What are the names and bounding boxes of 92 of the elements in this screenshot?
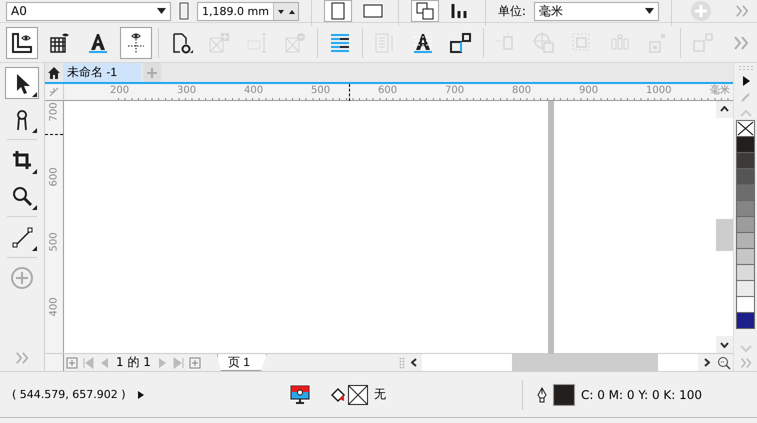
scroll-right-button[interactable] (698, 354, 715, 372)
last-page-icon[interactable] (172, 356, 185, 369)
text-frame-icon (245, 30, 269, 55)
more-chevron-icon[interactable] (733, 4, 751, 18)
chevron-left-icon (410, 358, 416, 368)
ruler-label: 700 (445, 84, 464, 96)
resize-grip[interactable] (399, 356, 405, 369)
fill-label: 无 (374, 386, 386, 404)
color-swatch[interactable] (736, 184, 755, 202)
scroll-thumb[interactable] (512, 354, 658, 372)
add-circle-icon (11, 267, 33, 290)
more-chevron-icon[interactable] (738, 357, 752, 370)
color-swatch[interactable] (736, 296, 755, 314)
color-swatch[interactable] (736, 136, 755, 154)
paint-bucket-icon[interactable] (330, 386, 346, 403)
image-minus-icon (283, 30, 307, 55)
scroll-up-button[interactable] (716, 100, 733, 118)
color-swatch[interactable] (736, 264, 755, 282)
crop-icon (11, 149, 33, 172)
ruler-label: 900 (579, 84, 598, 96)
scroll-down-button[interactable] (716, 336, 733, 354)
chevron-right-icon (704, 358, 710, 368)
pointer-tool-button[interactable] (5, 67, 39, 100)
corner-squares-icon (691, 30, 715, 55)
page-tab[interactable]: 页 1 (216, 354, 267, 372)
ruler-label: 500 (311, 84, 330, 96)
scroll-thumb[interactable] (716, 218, 733, 251)
color-swatch[interactable] (736, 216, 755, 234)
home-icon[interactable] (47, 66, 61, 80)
outline-color-values: C: 0 M: 0 Y: 0 K: 100 (581, 388, 702, 402)
target-squares-icon (532, 30, 556, 55)
ruler-label: 500 (48, 233, 60, 252)
color-swatch[interactable] (736, 152, 755, 170)
ruler-unit-label: 毫米 (710, 84, 730, 96)
ruler-eye-button[interactable] (6, 26, 38, 59)
dotted-cross-eye-button[interactable] (120, 26, 152, 59)
caret-icon (157, 8, 166, 14)
monitor-icon[interactable] (290, 384, 310, 405)
color-swatch[interactable] (736, 248, 755, 266)
play-triangle-icon[interactable] (138, 390, 144, 399)
ruler-label: 300 (177, 84, 196, 96)
color-swatch[interactable] (736, 168, 755, 186)
zoom-icon[interactable] (717, 356, 731, 370)
color-swatch[interactable] (736, 280, 755, 298)
document-tab[interactable]: 未命名 -1 (63, 63, 142, 82)
vertical-scrollbar[interactable] (716, 100, 733, 354)
color-swatch[interactable] (736, 232, 755, 250)
chevron-down-icon (720, 342, 729, 348)
overlapping-squares-icon (416, 2, 434, 20)
page-counter: 1 的 1 (116, 354, 151, 372)
landscape-page-icon (362, 4, 383, 18)
add-page-icon[interactable] (66, 356, 78, 369)
more-chevron-icon[interactable] (13, 351, 31, 366)
ruler-label: 600 (48, 168, 60, 186)
add-page-icon[interactable] (188, 356, 201, 369)
color-swatch[interactable] (736, 200, 755, 218)
page-height-field[interactable]: 1,189.0 mm (197, 2, 299, 20)
first-page-icon[interactable] (82, 356, 94, 369)
paper-size-dropdown[interactable]: A0 (6, 2, 171, 20)
overlapping-pages-button[interactable] (410, 0, 439, 22)
bar-chart-icon (450, 3, 469, 19)
ruler-label: 700 (48, 103, 60, 122)
page-height-icon (179, 2, 189, 20)
no-fill-swatch (348, 384, 368, 405)
cursor-marker (45, 134, 63, 135)
ruler-eye-icon (10, 30, 34, 55)
ruler-label: 800 (512, 84, 532, 96)
units-dropdown[interactable]: 毫米 (534, 2, 659, 20)
magnifier-icon (11, 185, 33, 208)
scroll-left-button[interactable] (405, 354, 422, 372)
line-nodes-icon (11, 226, 33, 248)
ruler-origin-icon[interactable] (49, 86, 59, 97)
ruler-label: 1000 (646, 84, 672, 96)
no-color-swatch[interactable] (736, 120, 755, 138)
portrait-page-icon (330, 2, 345, 20)
ruler-label: 400 (48, 298, 60, 316)
caret-icon (644, 8, 654, 14)
node-squares-icon (449, 30, 473, 55)
units-label: 单位: (498, 2, 526, 20)
plus-icon (146, 66, 158, 79)
cross-icon (737, 121, 754, 136)
ruler-label: 200 (110, 84, 130, 96)
color-swatch[interactable] (736, 312, 755, 330)
image-plus-icon (207, 30, 231, 55)
spin-arrows-icon[interactable] (272, 2, 298, 20)
ruler-label: 400 (244, 84, 264, 96)
new-tab-button[interactable] (143, 63, 162, 82)
ruler-label: 600 (378, 84, 398, 96)
pen-nib-icon[interactable] (537, 386, 547, 403)
portrait-button[interactable] (324, 0, 352, 22)
cursor-coordinates: ( 544.579, 657.902 ) (12, 388, 127, 402)
chevron-up-icon (720, 106, 729, 112)
